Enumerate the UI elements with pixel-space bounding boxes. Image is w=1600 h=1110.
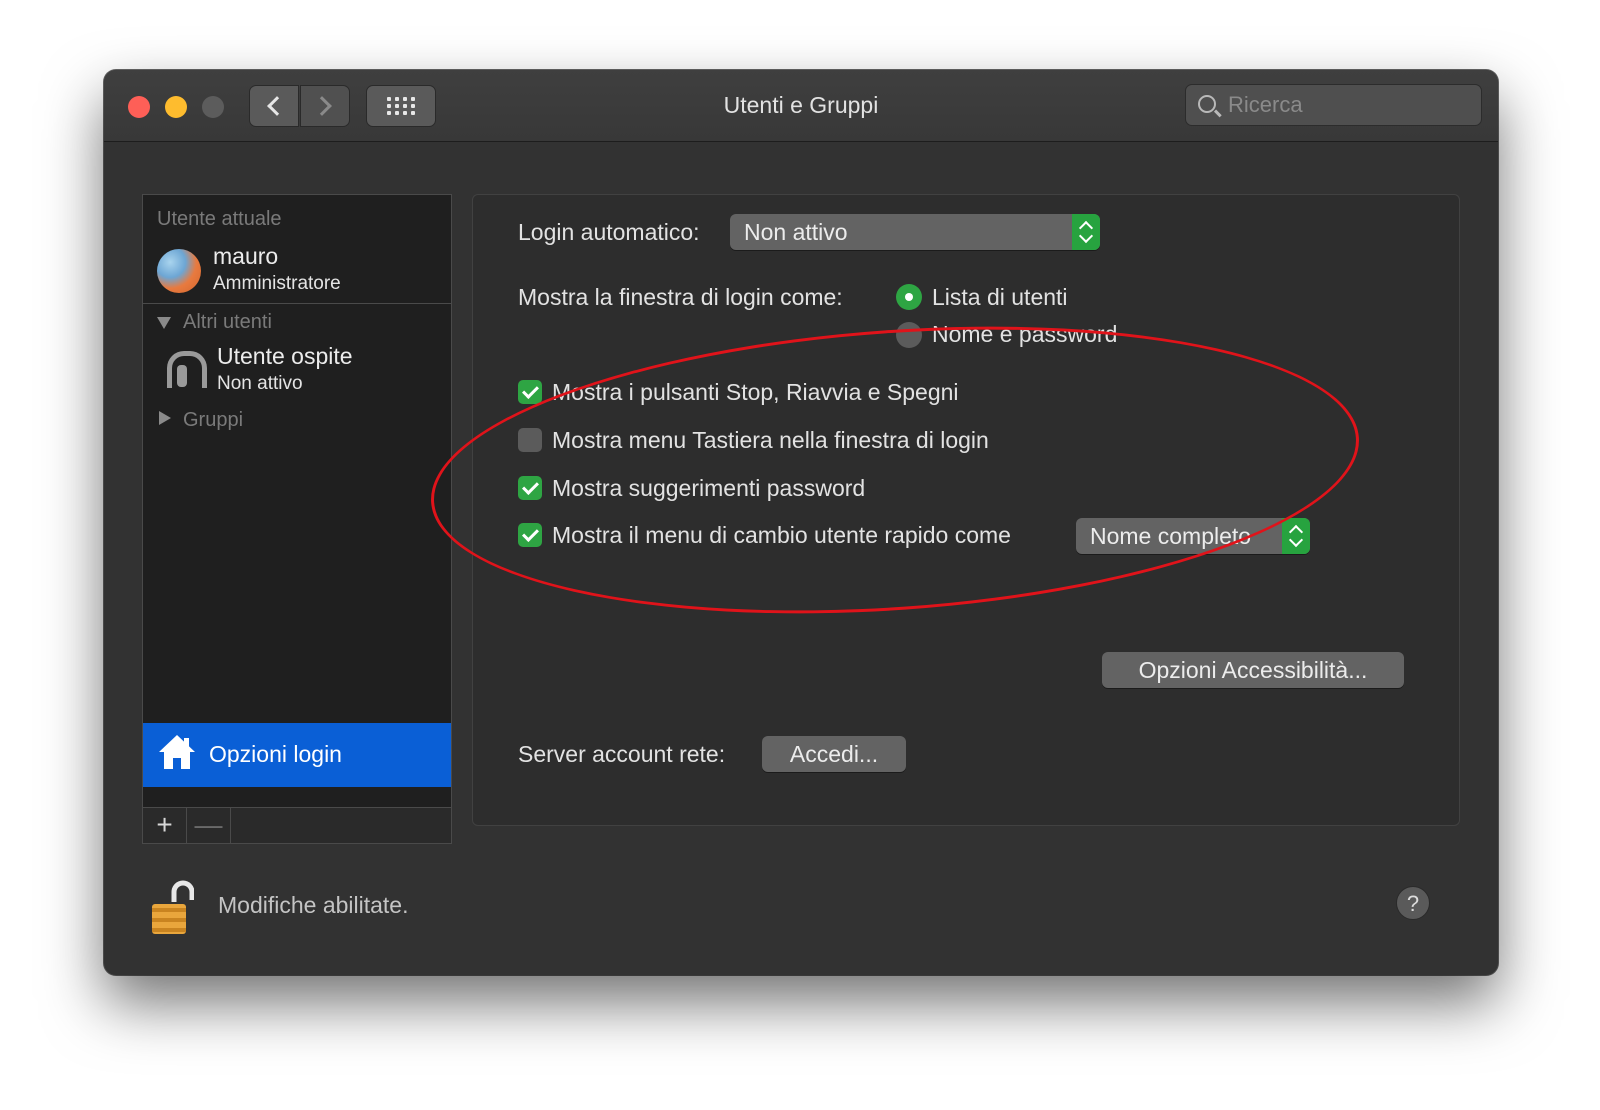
checkbox-show-power-buttons[interactable] [518, 380, 542, 404]
current-user-role: Amministratore [213, 273, 341, 294]
auto-login-value: Non attivo [744, 219, 848, 245]
disclosure-down-icon[interactable] [157, 317, 171, 329]
network-server-label: Server account rete: [518, 741, 726, 767]
groups-heading[interactable]: Gruppi [183, 409, 243, 432]
show-login-window-label: Mostra la finestra di login come: [518, 284, 843, 310]
other-users-heading: Altri utenti [183, 311, 272, 333]
remove-user-button[interactable]: — [187, 808, 231, 843]
current-user-heading: Utente attuale [157, 208, 282, 230]
guest-user-status: Non attivo [217, 373, 303, 394]
avatar [157, 249, 201, 293]
checkbox-show-input-menu[interactable] [518, 428, 542, 452]
current-user-item[interactable]: mauro Amministratore [157, 243, 447, 299]
unlocked-padlock-icon[interactable] [150, 880, 194, 936]
checkbox-fast-user-switching[interactable] [518, 523, 542, 547]
help-button[interactable]: ? [1396, 886, 1430, 920]
radio-name-password[interactable] [896, 322, 922, 348]
popup-arrows-icon [1072, 214, 1100, 250]
show-power-buttons-label[interactable]: Mostra i pulsanti Stop, Riavvia e Spegni [552, 379, 959, 406]
search-icon [1198, 95, 1216, 113]
radio-user-list-label[interactable]: Lista di utenti [932, 284, 1068, 311]
guest-user-item[interactable]: Utente ospite Non attivo [157, 343, 447, 399]
popup-arrows-icon [1282, 518, 1310, 554]
title-bar: Utenti e Gruppi [104, 70, 1498, 142]
login-options-label: Opzioni login [209, 741, 342, 767]
login-options-item[interactable]: Opzioni login [143, 723, 451, 787]
guest-user-icon [165, 347, 207, 389]
add-user-button[interactable]: + [143, 808, 187, 843]
fast-switch-style-popup[interactable]: Nome completo [1076, 518, 1310, 554]
current-user-name: mauro [213, 243, 279, 269]
users-sidebar: Utente attuale mauro Amministratore Altr… [142, 194, 452, 808]
search-field[interactable] [1185, 84, 1482, 126]
search-input[interactable] [1228, 91, 1468, 119]
disclosure-right-icon[interactable] [159, 411, 171, 425]
checkbox-show-password-hints[interactable] [518, 476, 542, 500]
lock-status-text: Modifiche abilitate. [218, 892, 409, 918]
guest-user-name: Utente ospite [217, 343, 353, 369]
auto-login-label: Login automatico: [518, 219, 700, 245]
join-server-button[interactable]: Accedi... [762, 736, 906, 772]
house-icon [159, 735, 195, 769]
system-preferences-window: Utenti e Gruppi Utente attuale mauro Amm… [104, 70, 1498, 975]
fast-user-switching-label[interactable]: Mostra il menu di cambio utente rapido c… [552, 522, 1011, 549]
sidebar-toolbar: + — [142, 808, 452, 844]
fast-switch-style-value: Nome completo [1090, 523, 1252, 549]
show-input-menu-label[interactable]: Mostra menu Tastiera nella finestra di l… [552, 427, 989, 454]
accessibility-options-button[interactable]: Opzioni Accessibilità... [1102, 652, 1404, 688]
show-password-hints-label[interactable]: Mostra suggerimenti password [552, 475, 865, 502]
divider [143, 303, 451, 304]
auto-login-popup[interactable]: Non attivo [730, 214, 1100, 250]
radio-user-list[interactable] [896, 284, 922, 310]
radio-name-password-label[interactable]: Nome e password [932, 321, 1117, 348]
